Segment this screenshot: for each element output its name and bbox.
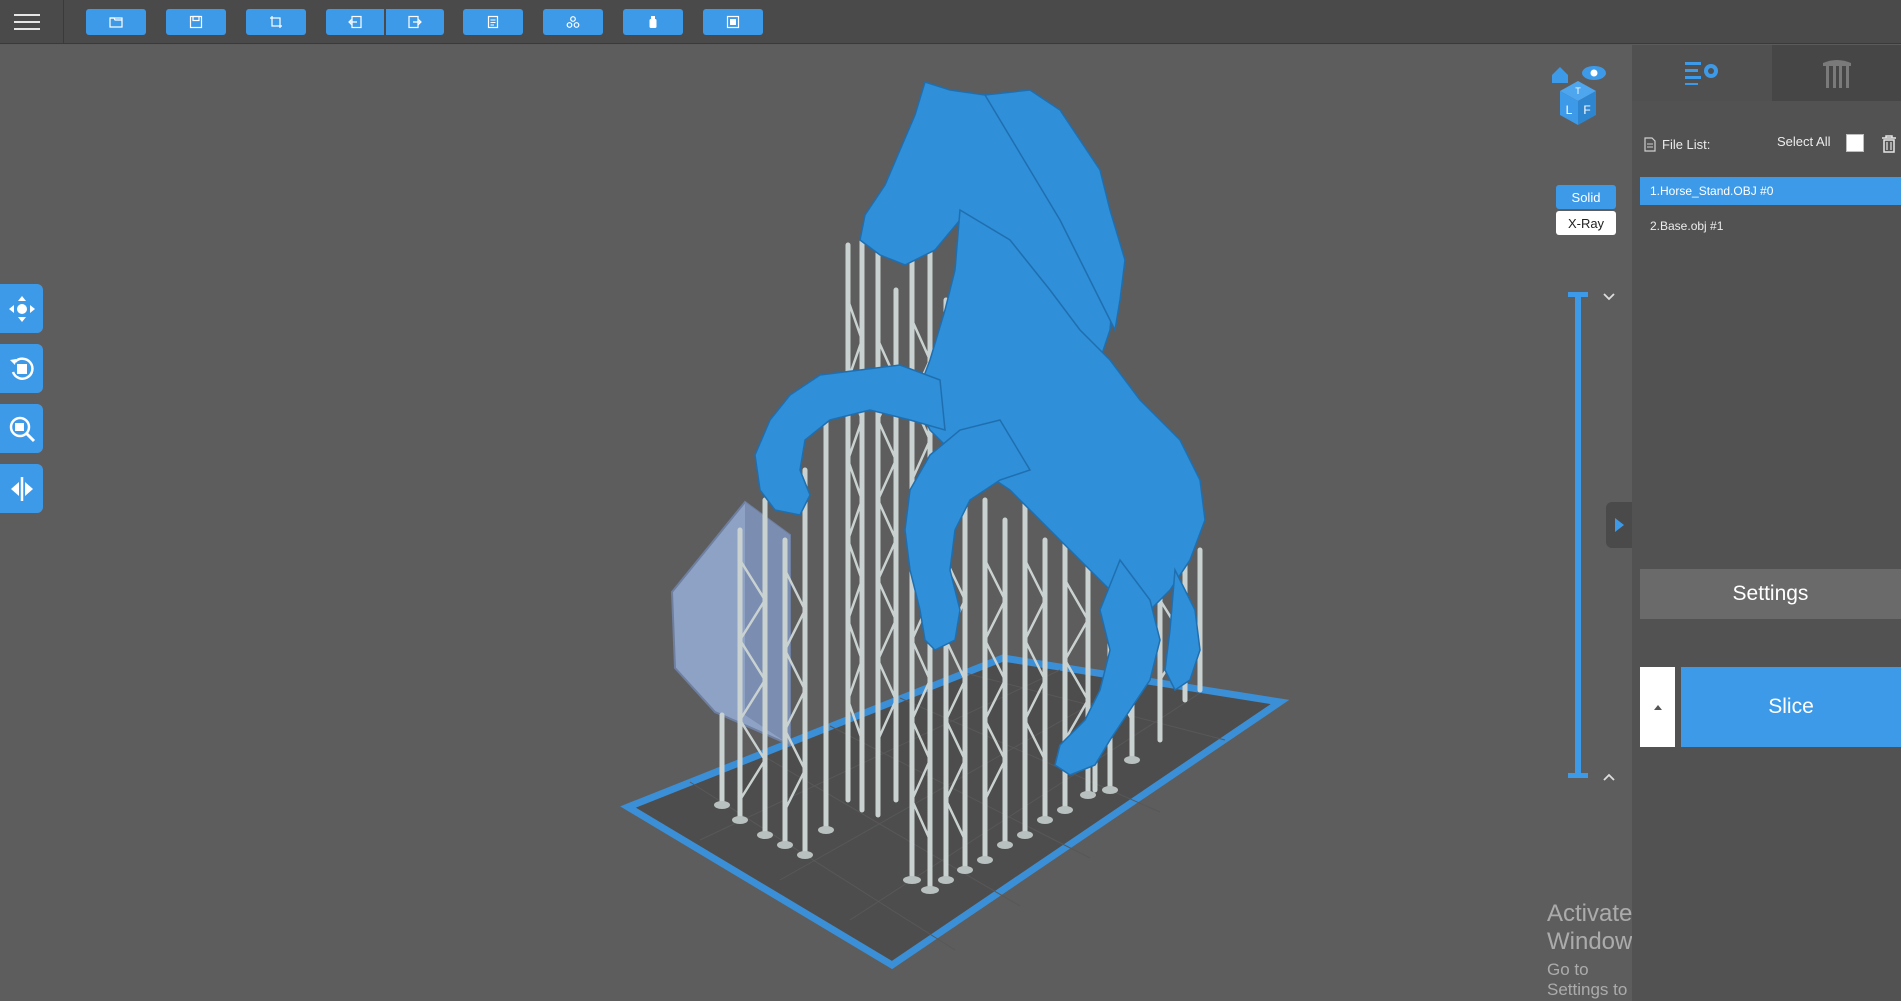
supports-icon [1822, 60, 1851, 88]
xray-mode-button[interactable]: X-Ray [1556, 211, 1616, 235]
file-list-item[interactable]: 2.Base.obj #1 [1640, 212, 1901, 240]
settings-list-icon [1685, 62, 1718, 85]
file-list-header: File List: Select All [1644, 133, 1896, 155]
panel-collapse-handle[interactable] [1606, 502, 1632, 548]
bottle-icon [649, 16, 657, 28]
3d-viewport[interactable]: T L F Solid X-Ray Activate Windows Go to… [0, 45, 1632, 1001]
open-file-button[interactable] [86, 9, 146, 35]
slice-options-button[interactable] [1640, 667, 1675, 747]
solid-mode-button[interactable]: Solid [1556, 185, 1616, 209]
activate-windows-watermark: Activate Windows Go to Settings to activ… [1547, 900, 1632, 1001]
import-icon [348, 15, 362, 29]
file-icon [1644, 136, 1656, 152]
toolbar-divider [63, 0, 64, 44]
document-button[interactable] [463, 9, 523, 35]
top-toolbar [0, 0, 1901, 44]
watermark-title: Activate Windows [1547, 900, 1632, 955]
print-scene [620, 81, 1290, 970]
import-button[interactable] [326, 9, 384, 35]
crop-icon [270, 16, 282, 28]
scale-icon [9, 416, 35, 442]
slider-bottom-handle[interactable] [1568, 773, 1588, 778]
cube-face-front: F [1583, 103, 1590, 117]
move-tool-button[interactable] [0, 284, 43, 333]
watermark-subtitle: Go to Settings to activate Windows. [1547, 960, 1628, 1001]
folder-icon [109, 17, 123, 28]
mirror-tool-button[interactable] [0, 464, 43, 513]
tab-settings[interactable] [1632, 45, 1772, 101]
select-all-checkbox[interactable] [1846, 134, 1864, 152]
right-panel: File List: Select All 1.Horse_Stand.OBJ … [1632, 45, 1901, 1001]
rotate-tool-button[interactable] [0, 344, 43, 393]
rotate-icon [9, 356, 34, 380]
hamburger-menu-icon[interactable] [14, 9, 40, 35]
select-all-label: Select All [1777, 134, 1831, 149]
caret-up-icon [1653, 705, 1662, 710]
cube-face-top: T [1575, 86, 1581, 96]
export-button[interactable] [386, 9, 444, 35]
move-icon [8, 295, 35, 322]
settings-button[interactable]: Settings [1640, 569, 1901, 619]
arrange-button[interactable] [543, 9, 603, 35]
arrange-icon [566, 16, 580, 28]
chevron-up-icon[interactable] [1601, 771, 1617, 783]
slice-button[interactable]: Slice [1681, 667, 1901, 747]
screen-icon [726, 15, 740, 29]
scale-tool-button[interactable] [0, 404, 43, 453]
save-file-button[interactable] [166, 9, 226, 35]
mirror-icon [10, 476, 33, 501]
cube-face-left: L [1566, 103, 1573, 117]
save-icon [189, 15, 203, 29]
tab-supports[interactable] [1772, 45, 1901, 101]
chevron-down-icon[interactable] [1601, 291, 1617, 303]
eye-icon[interactable] [1582, 66, 1606, 80]
view-cube[interactable]: T L F [1548, 63, 1608, 135]
layer-slider[interactable] [1575, 295, 1581, 775]
crop-tool-button[interactable] [246, 9, 306, 35]
file-list-item[interactable]: 1.Horse_Stand.OBJ #0 [1640, 177, 1901, 205]
trash-icon[interactable] [1880, 134, 1898, 154]
resin-button[interactable] [623, 9, 683, 35]
home-icon[interactable] [1552, 67, 1568, 83]
document-icon [487, 15, 499, 29]
export-icon [408, 15, 422, 29]
file-list-label: File List: [1662, 136, 1711, 152]
screen-button[interactable] [703, 9, 763, 35]
play-arrow-icon [1615, 518, 1624, 532]
